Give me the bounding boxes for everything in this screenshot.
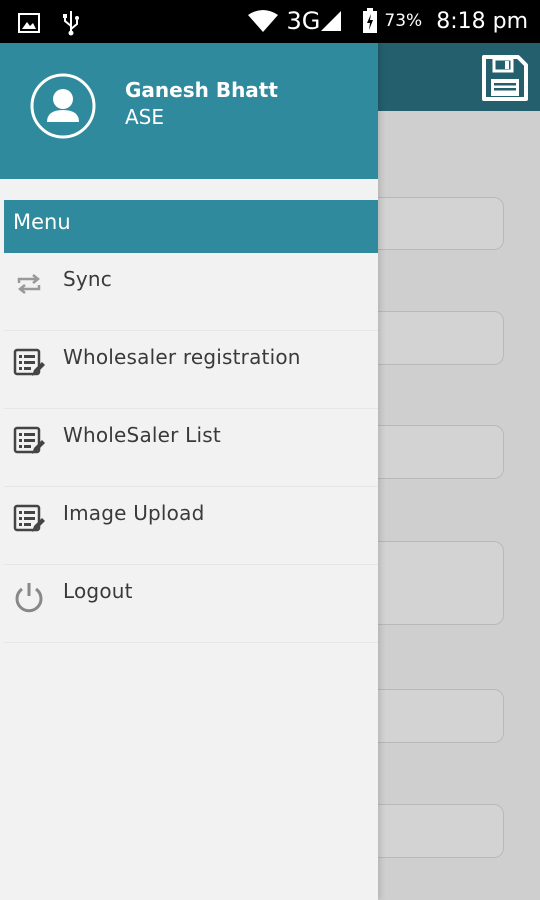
user-role: ASE — [125, 105, 165, 129]
menu-list: Sync Wholesaler registration WholeSaler … — [4, 253, 378, 643]
edit-list-icon — [13, 504, 45, 532]
sync-icon — [17, 274, 41, 294]
edit-list-icon — [13, 348, 45, 376]
menu-item-label: Logout — [63, 579, 133, 603]
menu-item-label: Sync — [63, 267, 113, 291]
menu-item-wholesaler-list[interactable]: WholeSaler List — [4, 409, 378, 487]
network-type: 3G — [286, 7, 321, 35]
menu-item-image-upload[interactable]: Image Upload — [4, 487, 378, 565]
menu-item-label: WholeSaler List — [63, 423, 221, 447]
gallery-notification-icon — [18, 13, 40, 33]
clock: 8:18 pm — [436, 8, 528, 34]
power-icon — [15, 583, 43, 613]
status-bar: 3G 73% 8:18 pm — [0, 0, 540, 43]
usb-icon — [63, 11, 79, 36]
menu-item-wholesaler-registration[interactable]: Wholesaler registration — [4, 331, 378, 409]
avatar-icon — [30, 73, 96, 139]
menu-item-label: Wholesaler registration — [63, 345, 301, 369]
menu-item-label: Image Upload — [63, 501, 205, 525]
navigation-drawer: Ganesh Bhatt ASE Menu Sync Wholesaler re… — [0, 43, 378, 900]
signal-icon — [321, 11, 342, 31]
drawer-header: Ganesh Bhatt ASE — [0, 43, 378, 179]
battery-icon — [363, 8, 378, 33]
menu-section-title: Menu — [4, 200, 378, 253]
menu-item-logout[interactable]: Logout — [4, 565, 378, 643]
edit-list-icon — [13, 426, 45, 454]
menu-item-sync[interactable]: Sync — [4, 253, 378, 331]
save-icon[interactable] — [480, 53, 530, 103]
battery-percent: 73% — [384, 11, 423, 31]
user-name: Ganesh Bhatt — [125, 78, 278, 102]
wifi-icon — [247, 10, 278, 32]
